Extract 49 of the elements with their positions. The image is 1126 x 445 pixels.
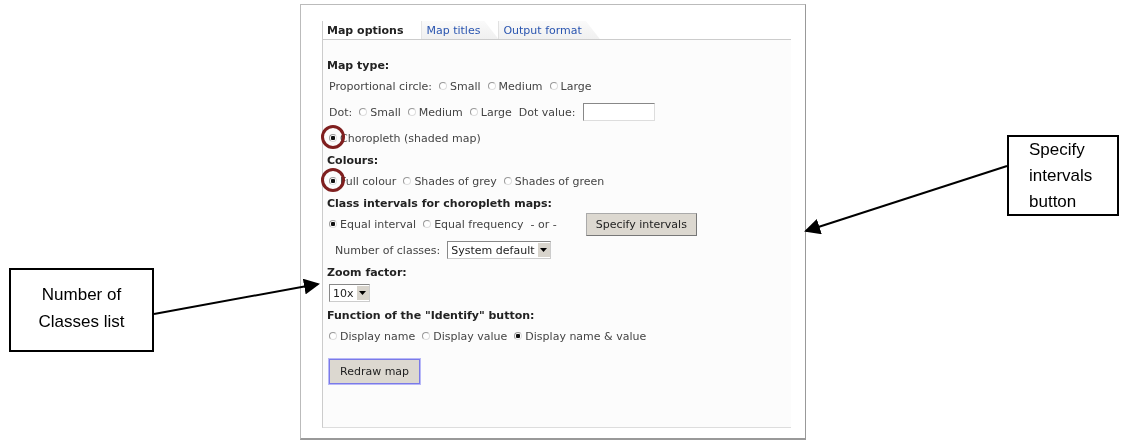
field-label: Proportional circle: bbox=[329, 79, 432, 93]
field-label: - or - bbox=[530, 217, 557, 231]
radio-button[interactable] bbox=[487, 82, 496, 90]
radio-button[interactable] bbox=[469, 108, 478, 116]
radio-label[interactable]: Display name & value bbox=[525, 329, 647, 343]
redraw-button[interactable]: Redraw map bbox=[329, 359, 421, 384]
input-field[interactable] bbox=[582, 103, 655, 121]
radio-label[interactable]: Display name bbox=[340, 329, 416, 343]
field-label: Dot: bbox=[329, 105, 353, 119]
radio-button[interactable] bbox=[403, 177, 412, 185]
radio-button[interactable] bbox=[439, 82, 447, 90]
radio-button[interactable] bbox=[329, 220, 337, 228]
callout-box: Specify intervals button bbox=[1007, 135, 1119, 216]
radio-button[interactable] bbox=[503, 177, 512, 185]
radio-button[interactable] bbox=[359, 108, 368, 116]
radio-label[interactable]: Equal frequency bbox=[434, 217, 524, 231]
section-heading: Class intervals for choropleth maps: bbox=[327, 197, 553, 210]
radio-button[interactable] bbox=[422, 332, 431, 340]
radio-button[interactable] bbox=[407, 108, 416, 116]
radio-button[interactable] bbox=[549, 82, 558, 90]
radio-label[interactable]: Display value bbox=[433, 329, 508, 343]
radio-label[interactable]: Large bbox=[560, 79, 592, 93]
dropdown[interactable]: 10x bbox=[329, 284, 370, 302]
tab[interactable]: Map titles bbox=[421, 21, 499, 39]
radio-button[interactable] bbox=[329, 332, 337, 340]
radio-label[interactable]: Large bbox=[480, 105, 512, 119]
caret-icon bbox=[537, 243, 550, 257]
field-label: Number of classes: bbox=[335, 243, 441, 257]
radio-label[interactable]: Equal interval bbox=[340, 217, 417, 231]
radio-label[interactable]: Medium bbox=[498, 79, 543, 93]
section-heading: Map type: bbox=[327, 59, 391, 72]
specify-intervals-button[interactable]: Specify intervals bbox=[585, 212, 697, 236]
radio-label[interactable]: Shades of grey bbox=[414, 174, 497, 188]
radio-label[interactable]: Medium bbox=[418, 105, 463, 119]
section-heading: Zoom factor: bbox=[327, 266, 408, 279]
field-label: Dot value: bbox=[518, 105, 576, 119]
radio-button[interactable] bbox=[514, 332, 523, 340]
radio-label[interactable]: Small bbox=[450, 79, 481, 93]
radio-label[interactable]: Shades of green bbox=[514, 174, 605, 188]
tab[interactable]: Output format bbox=[498, 21, 600, 39]
section-heading: Function of the "Identify" button: bbox=[327, 309, 536, 322]
radio-button[interactable] bbox=[423, 220, 432, 228]
caret-icon bbox=[356, 286, 369, 300]
dropdown[interactable]: System default bbox=[447, 241, 551, 259]
radio-button[interactable] bbox=[329, 177, 337, 185]
callout-box: Number of Classes list bbox=[9, 268, 154, 352]
radio-label[interactable]: Small bbox=[370, 105, 401, 119]
section-heading: Colours: bbox=[327, 154, 380, 167]
radio-button[interactable] bbox=[329, 134, 337, 142]
